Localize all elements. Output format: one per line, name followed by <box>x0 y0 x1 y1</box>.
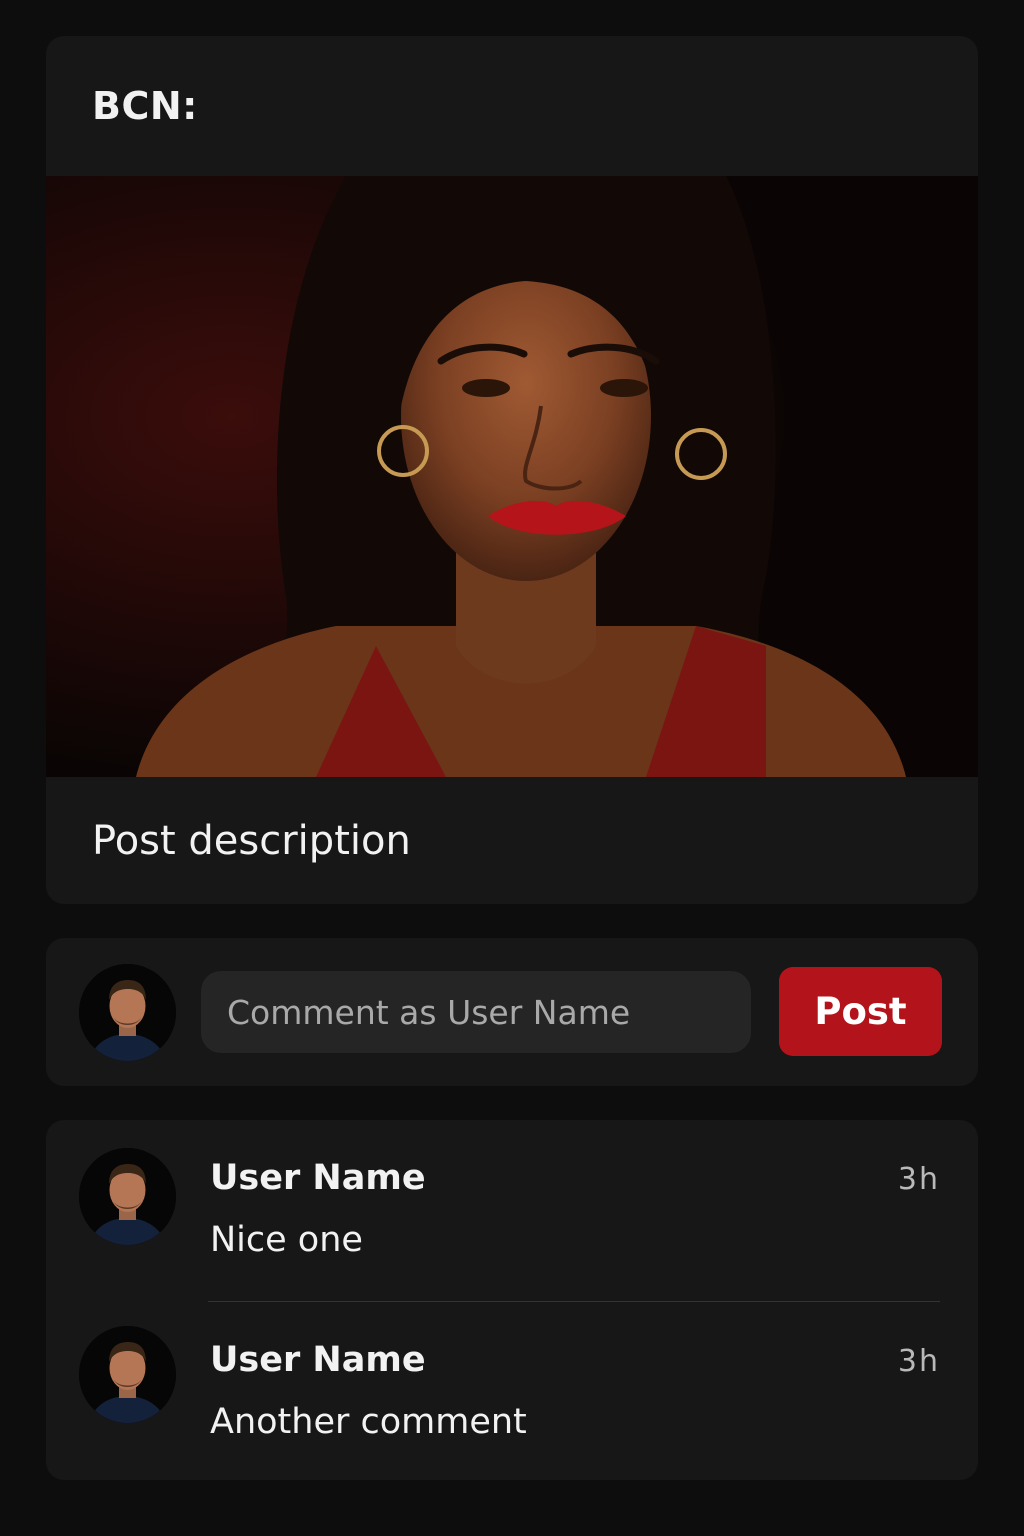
comment-text: Another comment <box>210 1402 527 1442</box>
user-avatar-icon <box>79 1326 176 1423</box>
portrait-photo <box>46 176 978 777</box>
comment-timestamp: 3h <box>897 1344 940 1379</box>
user-avatar-icon <box>79 964 176 1061</box>
comments-list: User Name 3h Nice one User Name 3h Anoth… <box>46 1120 978 1480</box>
post-description: Post description <box>92 817 411 864</box>
comment-author[interactable]: User Name <box>210 1158 426 1198</box>
comment-item: User Name 3h Nice one <box>46 1120 978 1302</box>
comment-input[interactable] <box>201 971 751 1053</box>
post-title: BCN: <box>92 84 198 128</box>
post-card: BCN: Post description <box>46 36 978 904</box>
avatar[interactable] <box>79 1326 176 1423</box>
avatar <box>79 964 176 1061</box>
comment-timestamp: 3h <box>897 1162 940 1197</box>
post-button[interactable]: Post <box>779 967 942 1056</box>
comment-author[interactable]: User Name <box>210 1340 426 1380</box>
post-image[interactable] <box>46 176 978 777</box>
avatar[interactable] <box>79 1148 176 1245</box>
user-avatar-icon <box>79 1148 176 1245</box>
comment-text: Nice one <box>210 1220 363 1260</box>
comment-item: User Name 3h Another comment <box>46 1302 978 1480</box>
comment-composer: Post <box>46 938 978 1086</box>
